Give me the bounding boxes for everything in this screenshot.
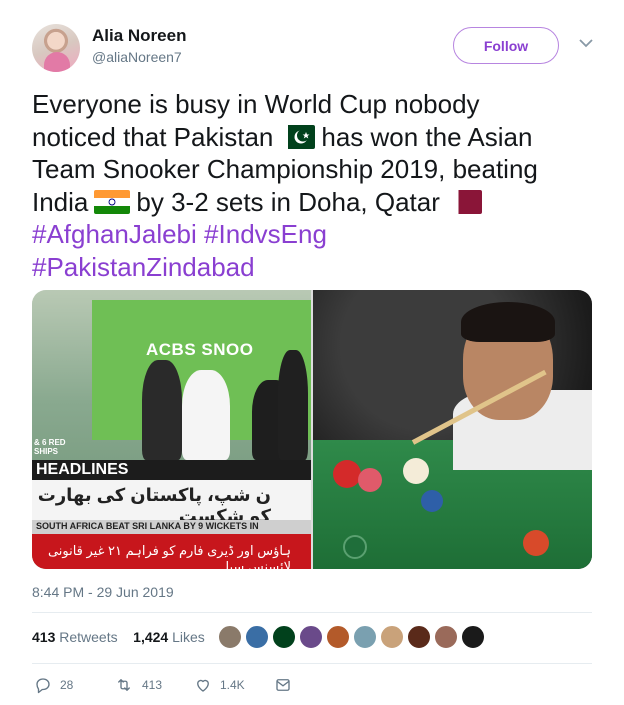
tweet-actions: 28 413 1.4K — [32, 676, 592, 696]
follow-button[interactable]: Follow — [453, 27, 559, 64]
tweet-line: noticed that Pakistan has won the Asian — [32, 121, 533, 152]
message-icon — [276, 679, 290, 691]
liker-avatar[interactable] — [245, 625, 269, 649]
like-icon — [197, 679, 209, 692]
india-flag-icon — [94, 189, 131, 214]
liker-avatar[interactable] — [434, 625, 458, 649]
urdu-headline-bar: ن شپ، پاکستان کی بھارت کو شکست — [32, 480, 311, 526]
person-figure — [278, 350, 308, 460]
liker-avatar[interactable] — [353, 625, 377, 649]
hashtag-line: #AfghanJalebi #IndvsEng — [32, 218, 592, 251]
tweet-timestamp[interactable]: 8:44 PM - 29 Jun 2019 — [32, 584, 174, 600]
hashtag-link[interactable]: #PakistanZindabad — [32, 252, 255, 282]
retweet-button[interactable]: 413 — [114, 676, 162, 694]
tweet-header: Alia Noreen @aliaNoreen7 Follow — [32, 24, 595, 74]
liker-avatar[interactable] — [461, 625, 485, 649]
author-handle[interactable]: @aliaNoreen7 — [92, 49, 182, 65]
media-photo-award-ceremony[interactable]: ACBS SNOO & 6 RED SHIPS HEADLINES ن شپ، پ… — [32, 290, 311, 569]
cue-ball — [403, 458, 429, 484]
divider — [32, 612, 592, 613]
hashtag-link[interactable]: #IndvsEng — [204, 219, 327, 249]
liker-avatar[interactable] — [326, 625, 350, 649]
acbs-banner-text: ACBS SNOO — [146, 340, 254, 359]
divider — [32, 663, 592, 664]
liker-avatar[interactable] — [272, 625, 296, 649]
player-hair — [461, 302, 555, 342]
liker-avatar[interactable] — [218, 625, 242, 649]
hashtag-link[interactable]: #AfghanJalebi — [32, 219, 197, 249]
liker-avatar[interactable] — [299, 625, 323, 649]
green-ball — [343, 535, 367, 559]
pink-ball — [358, 468, 382, 492]
screen-side-text: & 6 RED SHIPS — [34, 438, 66, 456]
blue-ball — [421, 490, 443, 512]
pakistan-flag-icon — [279, 124, 316, 149]
reply-icon — [36, 678, 50, 694]
author-name[interactable]: Alia Noreen — [92, 26, 186, 46]
author-avatar[interactable] — [32, 24, 80, 72]
tweet-text: Everyone is busy in World Cup nobody not… — [32, 88, 592, 283]
red-ball — [333, 460, 361, 488]
retweet-icon — [118, 679, 130, 691]
hashtag-line: #PakistanZindabad — [32, 251, 592, 284]
urdu-ticker: ہاؤس اور ڈیری فارم کو فراہم ۲۱ غیر قانون… — [32, 534, 311, 569]
chevron-down-icon[interactable] — [577, 34, 595, 52]
retweets-stat[interactable]: 413 Retweets — [32, 629, 118, 645]
person-figure — [142, 360, 182, 460]
english-ticker: SOUTH AFRICA BEAT SRI LANKA BY 9 WICKETS… — [32, 520, 311, 534]
qatar-flag-icon — [445, 189, 482, 214]
like-button[interactable]: 1.4K — [194, 676, 245, 694]
reply-button[interactable]: 28 — [34, 676, 73, 694]
tweet-media: ACBS SNOO & 6 RED SHIPS HEADLINES ن شپ، پ… — [32, 290, 592, 569]
tweet-line: India by 3-2 sets in Doha, Qatar — [32, 186, 592, 219]
headlines-bar: HEADLINES — [32, 460, 311, 480]
media-photo-snooker-player[interactable] — [313, 290, 592, 569]
direct-message-button[interactable] — [274, 676, 300, 694]
tweet-line: Everyone is busy in World Cup nobody — [32, 89, 480, 119]
person-figure — [182, 370, 230, 460]
likes-stat[interactable]: 1,424 Likes — [133, 629, 205, 645]
engagement-stats: 413 Retweets 1,424 Likes — [32, 629, 205, 645]
liker-avatar[interactable] — [407, 625, 431, 649]
tweet-line: Team Snooker Championship 2019, beating — [32, 154, 538, 184]
red-ball — [523, 530, 549, 556]
liker-avatar[interactable] — [380, 625, 404, 649]
